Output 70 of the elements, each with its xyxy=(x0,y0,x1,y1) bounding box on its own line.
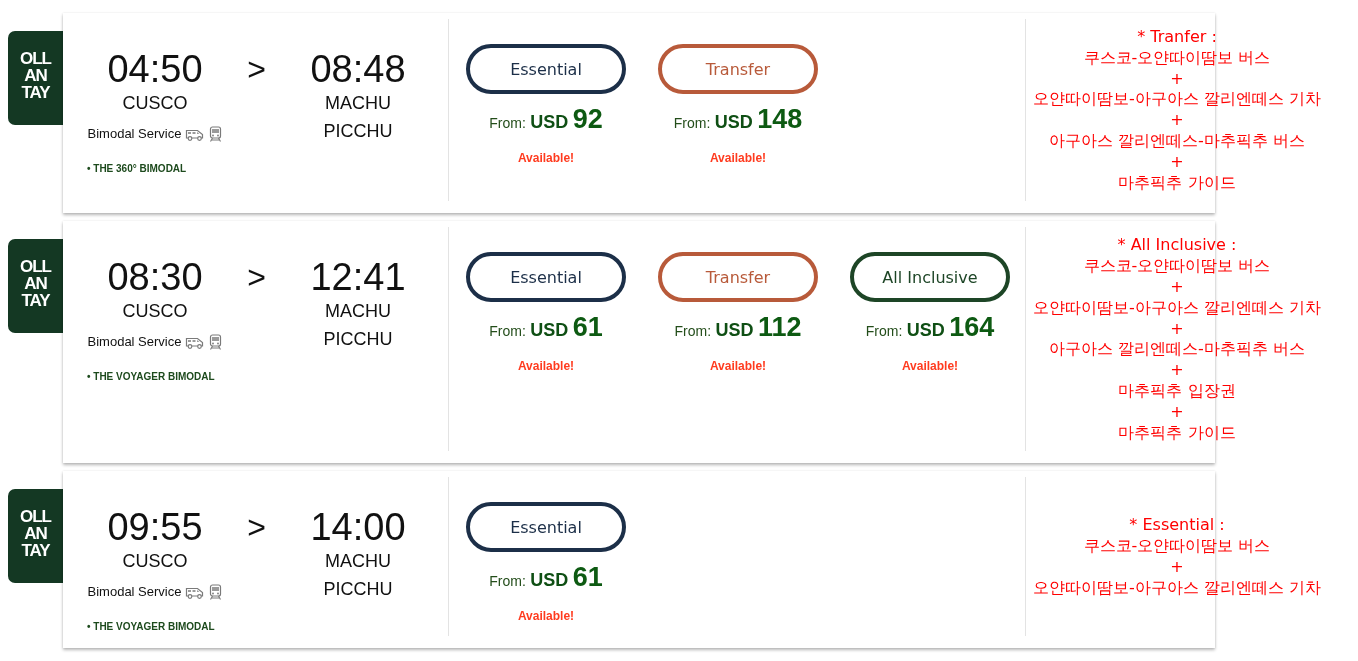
note-line: + xyxy=(1169,318,1185,340)
arrival-city: MACHU PICCHU xyxy=(322,550,394,602)
note-line: 아구아스 깔리엔떼스-마추픽추 버스 xyxy=(1048,131,1306,152)
van-icon xyxy=(185,585,206,599)
departure-time: 09:55 xyxy=(107,507,203,548)
service-label: Bimodal Service xyxy=(87,333,182,352)
availability-text: Available! xyxy=(901,358,959,375)
price-text: From: USD 61 xyxy=(489,312,603,345)
arrival-time: 08:48 xyxy=(310,49,406,89)
separator: > xyxy=(246,508,267,548)
note-title: * All Inclusive : xyxy=(1116,235,1238,257)
note-title: * Tranfer : xyxy=(1136,27,1218,48)
arrival-city: MACHU PICCHU xyxy=(322,92,394,143)
route-name: • THE VOYAGER BIMODAL xyxy=(87,370,215,385)
fare-button[interactable]: Essential xyxy=(466,252,626,303)
note-line: 쿠스코-오얀따이땀보 버스 xyxy=(1082,256,1272,277)
brand-logo: OLL AN TAY xyxy=(8,31,63,125)
van-icon xyxy=(185,127,206,141)
van-icon xyxy=(185,335,206,349)
train-icon xyxy=(209,584,223,601)
arrival-time: 14:00 xyxy=(310,507,406,548)
departure-time: 08:30 xyxy=(107,257,203,298)
fare-button[interactable]: All Inclusive xyxy=(850,252,1010,303)
separator: > xyxy=(246,50,267,89)
note-line: 마추픽추 입장권 xyxy=(1117,380,1237,402)
note-line: 아구아스 깔리엔떼스-마추픽추 버스 xyxy=(1048,339,1306,361)
note-line: 마추픽추 가이드 xyxy=(1117,172,1237,194)
train-icon xyxy=(209,334,223,351)
note-line: 오얀따이땀보-아구아스 깔리엔떼스 기차 xyxy=(1032,297,1322,319)
arrival-time: 12:41 xyxy=(310,257,406,298)
service-label: Bimodal Service xyxy=(87,583,182,602)
route-name: • THE 360° BIMODAL xyxy=(87,162,187,176)
brand-logo: OLL AN TAY xyxy=(8,489,63,584)
fare-button[interactable]: Transfer xyxy=(658,44,818,94)
route-name: • THE VOYAGER BIMODAL xyxy=(87,620,215,635)
price-text: From: USD 112 xyxy=(674,312,802,345)
departure-city: CUSCO xyxy=(121,300,189,324)
availability-text: Available! xyxy=(709,150,767,166)
availability-text: Available! xyxy=(517,608,575,625)
train-icon xyxy=(209,126,223,142)
fare-button[interactable]: Essential xyxy=(466,44,626,94)
availability-text: Available! xyxy=(517,150,575,166)
note-line: 오얀따이땀보-아구아스 깔리엔떼스 기차 xyxy=(1032,577,1322,599)
availability-text: Available! xyxy=(709,358,767,375)
departure-time: 04:50 xyxy=(107,49,203,89)
departure-city: CUSCO xyxy=(121,92,189,115)
price-text: From: USD 148 xyxy=(673,104,803,136)
price-text: From: USD 164 xyxy=(865,312,995,345)
note-line: 쿠스코-오얀따이땀보 버스 xyxy=(1082,536,1272,557)
note-line: + xyxy=(1169,68,1185,90)
fare-button[interactable]: Essential xyxy=(466,502,626,553)
fare-button[interactable]: Transfer xyxy=(658,252,818,303)
note-line: + xyxy=(1169,110,1185,131)
brand-logo: OLL AN TAY xyxy=(8,239,63,334)
note-line: 마추픽추 가이드 xyxy=(1117,422,1237,444)
note-line: + xyxy=(1169,401,1185,423)
departure-city: CUSCO xyxy=(121,550,189,574)
note-title: * Essential : xyxy=(1128,515,1226,537)
availability-text: Available! xyxy=(517,358,575,375)
arrival-city: MACHU PICCHU xyxy=(322,300,394,352)
note-line: + xyxy=(1169,151,1185,173)
price-text: From: USD 92 xyxy=(489,104,603,136)
service-label: Bimodal Service xyxy=(87,125,182,143)
separator: > xyxy=(246,258,267,298)
note-line: + xyxy=(1169,360,1185,381)
note-line: 쿠스코-오얀따이땀보 버스 xyxy=(1082,47,1272,69)
price-text: From: USD 61 xyxy=(489,562,603,595)
note-line: + xyxy=(1169,276,1185,298)
note-line: 오얀따이땀보-아구아스 깔리엔떼스 기차 xyxy=(1032,89,1322,111)
note-line: + xyxy=(1169,556,1185,578)
